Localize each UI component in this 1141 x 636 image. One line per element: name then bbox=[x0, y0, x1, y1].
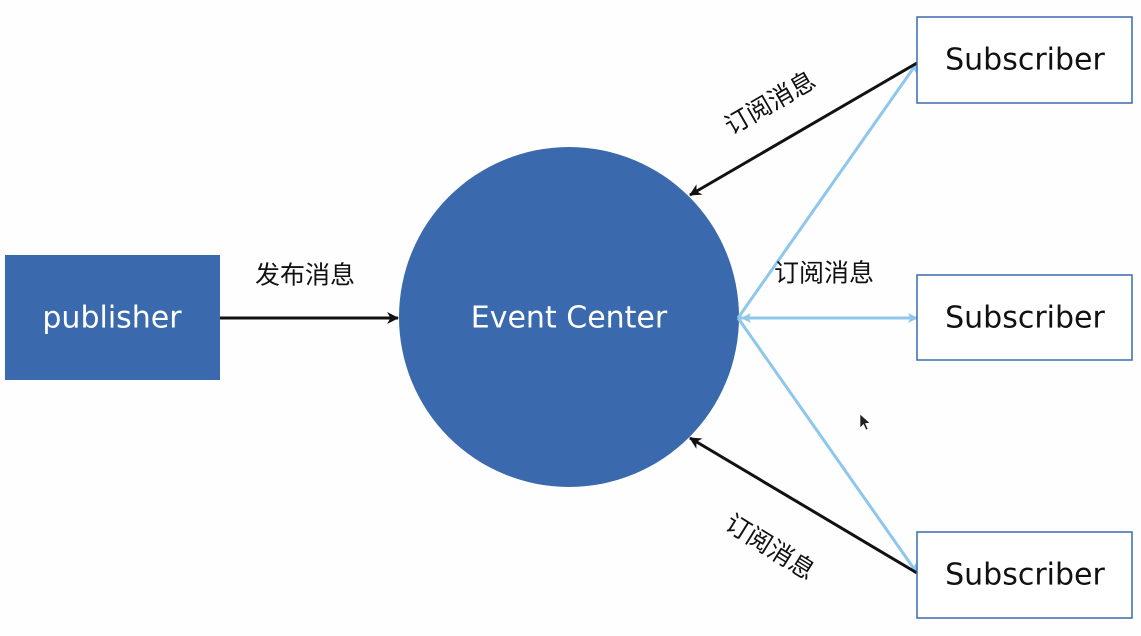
subscriber-node-middle: Subscriber bbox=[916, 274, 1133, 361]
subscriber-node-top: Subscriber bbox=[916, 16, 1133, 104]
subscribe-label-middle: 订阅消息 bbox=[774, 259, 874, 288]
subscriber-label-bottom: Subscriber bbox=[945, 558, 1105, 593]
subscriber-node-bottom: Subscriber bbox=[916, 531, 1133, 619]
subscriber-label-top: Subscriber bbox=[945, 43, 1105, 78]
event-center-node: Event Center bbox=[399, 147, 739, 487]
pubsub-diagram: publisher Event Center 发布消息 订阅消息 订阅消息 订阅… bbox=[5, 16, 1133, 619]
event-center-label: Event Center bbox=[471, 301, 668, 336]
publish-edge: 发布消息 bbox=[220, 261, 399, 324]
publish-label: 发布消息 bbox=[255, 261, 355, 290]
mouse-cursor-icon bbox=[859, 413, 871, 431]
subscriber-label-middle: Subscriber bbox=[945, 301, 1105, 336]
publisher-node: publisher bbox=[5, 255, 220, 380]
notify-edges bbox=[736, 62, 919, 574]
publisher-label: publisher bbox=[42, 301, 182, 336]
subscribe-label-bottom: 订阅消息 bbox=[720, 508, 820, 586]
